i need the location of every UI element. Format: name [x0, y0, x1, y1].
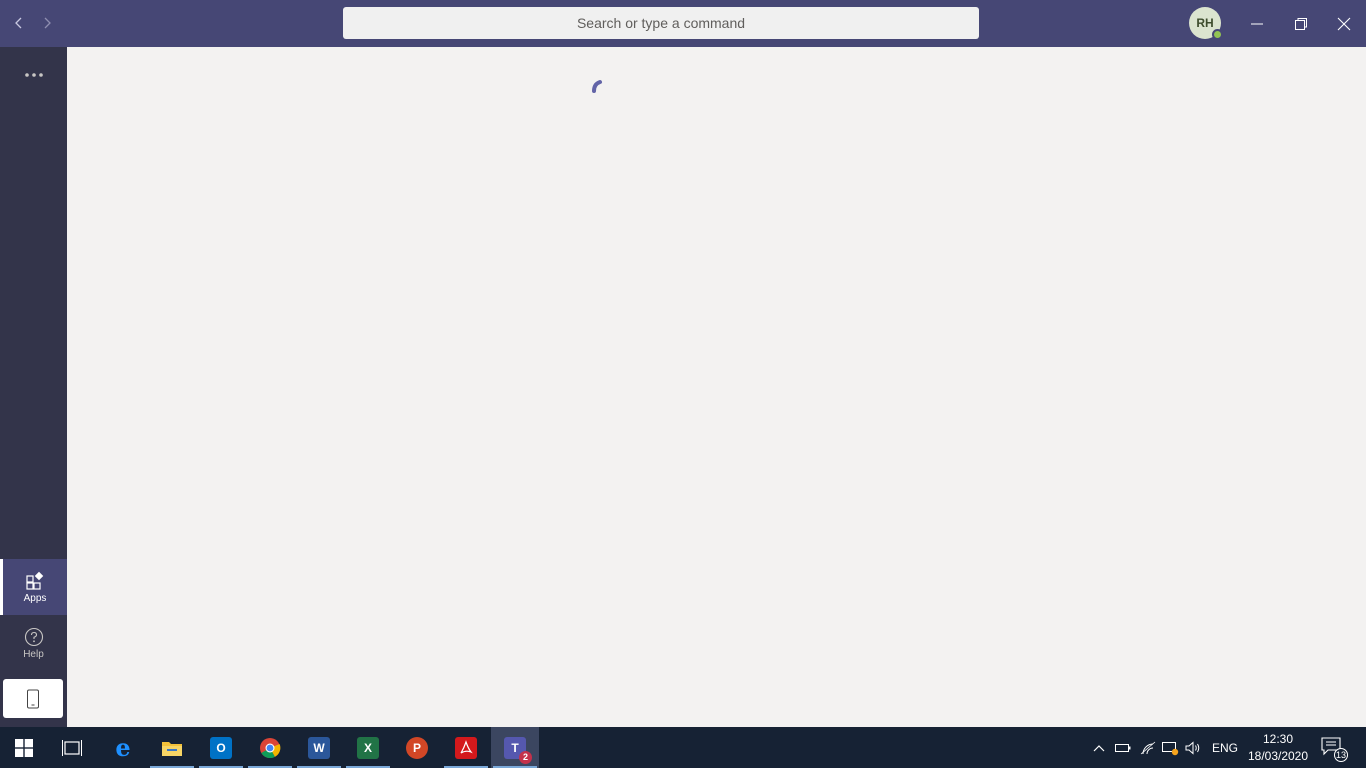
- teams-icon: T 2: [504, 736, 532, 764]
- teams-notification-badge: 2: [519, 750, 532, 764]
- volume-tray-button[interactable]: [1184, 739, 1202, 757]
- powerpoint-button[interactable]: P: [393, 727, 441, 768]
- speaker-icon: [1185, 741, 1200, 755]
- download-mobile-app-button[interactable]: [3, 679, 63, 718]
- security-tray-button[interactable]: [1161, 739, 1179, 757]
- restore-button[interactable]: [1279, 0, 1323, 47]
- excel-button[interactable]: X: [344, 727, 392, 768]
- search-input[interactable]: Search or type a command: [343, 7, 979, 39]
- clock-date: 18/03/2020: [1247, 749, 1309, 763]
- outlook-icon: O: [210, 736, 232, 759]
- back-button[interactable]: [8, 12, 30, 34]
- network-warning-icon: [1162, 742, 1179, 756]
- folder-icon: [162, 741, 182, 756]
- more-apps-button[interactable]: [0, 61, 67, 89]
- chevron-up-icon: [1093, 745, 1105, 752]
- ellipsis-icon: [24, 73, 43, 77]
- acrobat-icon: [455, 736, 477, 759]
- clock-time: 12:30: [1262, 732, 1294, 746]
- chrome-icon: [260, 737, 281, 758]
- edge-button[interactable]: e: [99, 727, 147, 768]
- word-icon: W: [308, 736, 330, 759]
- main-content: [67, 47, 1366, 727]
- edge-icon: e: [115, 733, 131, 762]
- minimize-button[interactable]: [1235, 0, 1279, 47]
- close-icon: [1337, 17, 1351, 30]
- battery-tray-button[interactable]: [1114, 739, 1132, 757]
- input-language[interactable]: ENG: [1212, 741, 1238, 755]
- notification-count: 13: [1334, 748, 1348, 762]
- wifi-icon: [1140, 741, 1156, 755]
- clock[interactable]: 12:30 18/03/2020: [1244, 731, 1312, 765]
- powerpoint-icon: P: [406, 736, 428, 759]
- help-icon: [24, 627, 43, 646]
- mobile-phone-icon: [27, 689, 39, 708]
- chevron-right-icon: [44, 17, 51, 29]
- avatar-initials: RH: [1196, 16, 1214, 30]
- teams-button[interactable]: T 2: [491, 727, 539, 768]
- excel-icon: X: [357, 736, 379, 759]
- search-placeholder: Search or type a command: [576, 15, 746, 31]
- windows-logo-icon: [15, 738, 33, 757]
- task-view-icon: [62, 739, 82, 756]
- task-view-button[interactable]: [48, 727, 96, 768]
- network-tray-button[interactable]: [1139, 739, 1157, 757]
- close-button[interactable]: [1322, 0, 1366, 47]
- outlook-button[interactable]: O: [197, 727, 245, 768]
- forward-button[interactable]: [36, 12, 58, 34]
- file-explorer-button[interactable]: [148, 727, 196, 768]
- battery-icon: [1115, 744, 1131, 752]
- action-center-button[interactable]: 13: [1320, 736, 1348, 762]
- presence-available-icon: [1212, 29, 1223, 40]
- app-rail: Apps Help: [0, 47, 67, 727]
- loading-spinner-icon: [592, 80, 602, 93]
- word-button[interactable]: W: [295, 727, 343, 768]
- rail-item-apps[interactable]: Apps: [0, 559, 67, 615]
- chrome-button[interactable]: [246, 727, 294, 768]
- rail-item-label: Apps: [23, 592, 47, 604]
- windows-taskbar: e O W X P T 2 ENG 12:30 18/03/2020 13: [0, 727, 1366, 768]
- acrobat-button[interactable]: [442, 727, 490, 768]
- restore-icon: [1295, 17, 1307, 30]
- rail-item-help[interactable]: Help: [0, 615, 67, 671]
- title-bar: Search or type a command RH: [0, 0, 1366, 47]
- start-button[interactable]: [0, 727, 48, 768]
- minimize-icon: [1251, 23, 1263, 24]
- chevron-left-icon: [15, 17, 22, 29]
- rail-item-label: Help: [23, 648, 44, 660]
- show-hidden-icons-button[interactable]: [1090, 739, 1108, 757]
- apps-icon: [26, 571, 44, 590]
- avatar[interactable]: RH: [1189, 7, 1223, 40]
